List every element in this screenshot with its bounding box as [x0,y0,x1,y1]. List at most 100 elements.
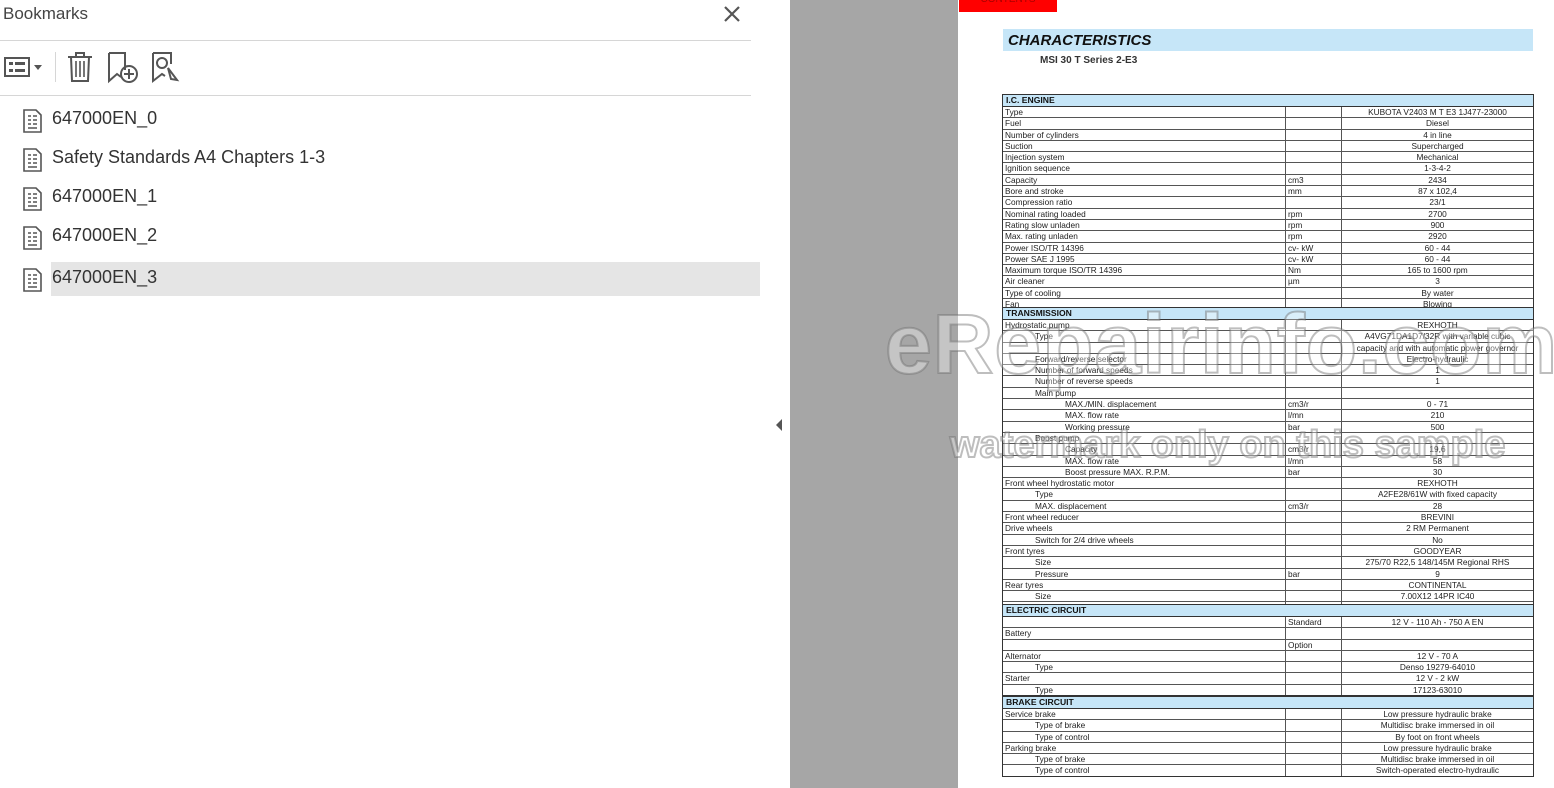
row-label: Front tyres [1005,545,1045,556]
table-row: Maximum torque ISO/TR 14396 Nm 165 to 1600… [1003,265,1533,277]
table-row: Type KUBOTA V2403 M T E3 1J477-23000 [1003,107,1533,119]
table-row: Type of cooling By water [1003,287,1533,300]
table-row: Main pump [1003,387,1533,400]
row-label: Compression ratio [1005,197,1073,208]
section-heading: ELECTRIC CIRCUIT [1003,605,1533,617]
row-unit [1285,684,1344,696]
row-unit [1285,342,1344,353]
panel-title: Bookmarks [3,4,89,23]
row-value: 0 - 71 [1341,399,1533,410]
table-row: Number of cylinders 4 in line [1003,129,1533,141]
row-unit [1285,331,1344,342]
row-label: Maximum torque ISO/TR 14396 [1005,265,1123,276]
row-label: Pressure [1035,568,1069,579]
row-label: Number of cylinders [1005,129,1079,140]
row-unit [1285,353,1344,365]
row-unit [1285,118,1344,129]
row-label: Type [1035,684,1053,695]
row-value: Low pressure hydraulic brake [1341,709,1533,720]
table-row: Size 7.00X12 14PR IC40 [1003,591,1533,603]
row-unit [1285,591,1344,602]
row-unit [1285,432,1344,444]
table-row: Power SAE J 1995 cv- kW 60 - 44 [1003,253,1533,266]
table-row: Front wheel hydrostatic motor REXHOTH [1003,478,1533,490]
row-unit [1285,673,1344,684]
collapse-left-icon[interactable] [774,418,784,432]
bookmark-label: 647000EN_0 [52,108,158,128]
row-label: Service brake [1005,709,1056,719]
find-bookmark-button[interactable] [150,50,184,84]
row-unit [1285,709,1344,720]
document-page[interactable]: CONTENTS CHARACTERISTICS MSI 30 T Series… [958,0,1554,788]
row-label: Power SAE J 1995 [1005,253,1075,264]
row-unit [1285,387,1344,399]
row-unit: cm3/r [1285,500,1344,512]
table-row: Size 275/70 R22,5 148/145M Regional RHS [1003,557,1533,569]
spec-table-transmission: TRANSMISSION Hydrostatic pump REXHOTH Type A… [1002,307,1534,614]
row-unit [1285,720,1344,731]
row-value: By water [1341,287,1533,299]
bookmark-item-selected[interactable]: 647000EN_3 [0,262,760,296]
row-label: Number of reverse speeds [1035,376,1133,387]
delete-bookmark-button[interactable] [64,50,96,84]
row-value [1341,387,1533,399]
options-menu-button[interactable] [4,50,46,84]
row-value: 9 [1341,568,1533,579]
bookmark-item[interactable]: Safety Standards A4 Chapters 1-3 [0,142,760,176]
table-row: MAX. displacement cm3/r 28 [1003,500,1533,513]
row-unit: rpm [1285,208,1344,219]
row-label: Rating slow unladen [1005,219,1080,230]
toolbar-separator [55,52,56,82]
bookmark-item[interactable]: 647000EN_1 [0,181,760,215]
row-unit [1285,152,1344,163]
bookmark-label: 647000EN_1 [52,186,158,206]
row-unit: cv- kW [1285,253,1344,265]
bookmark-item[interactable]: 647000EN_2 [0,220,760,254]
row-value: 7.00X12 14PR IC40 [1341,591,1533,602]
row-unit [1285,534,1344,545]
row-unit [1285,129,1344,140]
row-value: CONTINENTAL [1341,579,1533,591]
row-value: 2 RM Permanent [1341,523,1533,534]
row-label: Number of forward speeds [1035,365,1133,376]
close-icon[interactable] [720,2,744,26]
row-unit [1285,197,1344,208]
table-row: Capacity cm3 2434 [1003,174,1533,187]
table-row: Air cleaner µm 3 [1003,276,1533,288]
row-unit: l/mn [1285,410,1344,421]
row-unit [1285,140,1344,152]
row-label: Battery [1005,628,1032,639]
section-heading: TRANSMISSION [1003,308,1533,320]
bookmark-item[interactable]: 647000EN_0 [0,103,760,137]
row-label: Type [1005,107,1023,117]
row-unit [1285,163,1344,174]
row-value: 17123-63010 [1341,684,1533,696]
row-unit: l/mn [1285,455,1344,466]
spec-table-electric: ELECTRIC CIRCUIT Standard 12 V - 110 Ah - … [1002,604,1534,697]
new-bookmark-button[interactable] [106,50,140,84]
row-value: REXHOTH [1341,478,1533,489]
row-unit: µm [1285,276,1344,287]
table-row: Front tyres GOODYEAR [1003,545,1533,558]
section-heading: I.C. ENGINE [1003,95,1533,107]
row-unit: cv- kW [1285,242,1344,253]
row-label: Type [1035,662,1053,673]
panel-splitter[interactable] [768,0,790,788]
table-row: Nominal rating loaded rpm 2700 [1003,208,1533,220]
table-row: Boost pump [1003,432,1533,445]
row-label: MAX. flow rate [1065,410,1119,421]
table-row: Number of reverse speeds 1 [1003,376,1533,388]
row-value: 19,6 [1341,444,1533,455]
table-row: Service brake Low pressure hydraulic brak… [1003,709,1533,721]
row-label: Alternator [1005,650,1041,661]
contents-tab[interactable]: CONTENTS [959,0,1057,12]
row-value: 3 [1341,276,1533,287]
row-value: 2700 [1341,208,1533,219]
row-value: 23/1 [1341,197,1533,208]
row-label: Size [1035,591,1052,602]
row-value: GOODYEAR [1341,545,1533,557]
table-row: Type A2FE28/61W with fixed capacity [1003,489,1533,501]
row-label: Drive wheels [1005,523,1053,534]
table-row: MAX. flow rate l/mn 210 [1003,410,1533,422]
add-bookmark-icon [108,52,138,84]
